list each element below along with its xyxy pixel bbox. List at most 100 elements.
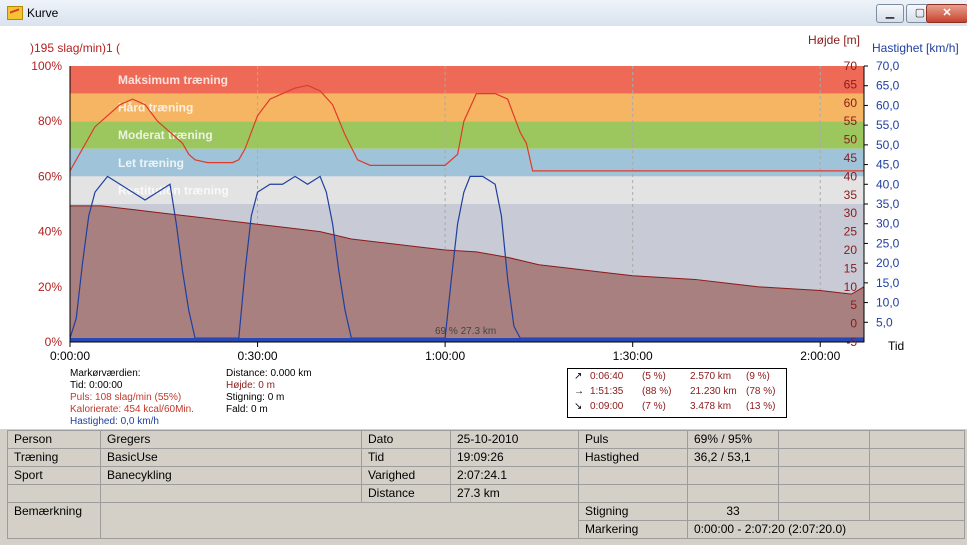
- date-value: 25-10-2010: [450, 430, 579, 449]
- x-axis-title: Tid: [888, 339, 904, 353]
- stats-dpct: (78 %): [746, 386, 776, 397]
- speed-tick-label: 5,0: [876, 315, 893, 329]
- sport-label: Sport: [7, 466, 101, 485]
- height-axis-title: Højde [m]: [808, 33, 860, 47]
- zone-label: Hård træning: [118, 101, 193, 115]
- height-tick-label: 40: [844, 169, 858, 183]
- speed-tick-label: 25,0: [876, 236, 900, 250]
- height-tick-label: 5: [850, 298, 857, 312]
- x-tick-label: 2:00:00: [800, 349, 840, 363]
- marking-value: 0:00:00 - 2:07:20 (2:07:20.0): [687, 520, 965, 539]
- marker-descent: Fald: 0 m: [226, 404, 268, 415]
- marker-info-right: Distance: 0.000 km Højde: 0 m Stigning: …: [226, 368, 312, 416]
- speed-tick-label: 40,0: [876, 177, 900, 191]
- empty-cell: [778, 484, 870, 503]
- empty-cell: [869, 502, 965, 521]
- speed-tick-label: 50,0: [876, 138, 900, 152]
- empty-cell: [687, 466, 779, 485]
- empty-cell: [869, 430, 965, 449]
- stats-pct: (7 %): [642, 401, 666, 412]
- speed-tick-label: 10,0: [876, 296, 900, 310]
- height-tick-label: 35: [844, 188, 858, 202]
- arrow-right-icon: →: [574, 386, 584, 397]
- duration-value: 2:07:24.1: [450, 466, 579, 485]
- speed-tick-label: 15,0: [876, 276, 900, 290]
- height-tick-label: 0: [850, 317, 857, 331]
- empty-cell: [578, 484, 688, 503]
- height-tick-label: 60: [844, 96, 858, 110]
- marker-pulse: Puls: 108 slag/min (55%): [70, 392, 182, 403]
- marker-time: Tid: 0:00:00: [70, 380, 123, 391]
- speed-tick-label: 55,0: [876, 118, 900, 132]
- height-tick-label: 15: [844, 261, 858, 275]
- height-tick-label: 55: [844, 114, 858, 128]
- height-tick-label: 10: [844, 280, 858, 294]
- chart-annotation: 69 % 27.3 km: [435, 326, 496, 337]
- height-tick-label: 25: [844, 225, 858, 239]
- x-tick-label: 0:00:00: [50, 349, 90, 363]
- title-bar: Kurve ▁ ▢ ✕: [0, 0, 967, 27]
- stats-pct: (88 %): [642, 386, 672, 397]
- stats-pct: (5 %): [642, 371, 666, 382]
- speed-tick-label: 60,0: [876, 98, 900, 112]
- stats-time: 0:09:00: [590, 401, 624, 412]
- marker-distance: Distance: 0.000 km: [226, 368, 312, 379]
- duration-label: Varighed: [361, 466, 451, 485]
- note-field[interactable]: [100, 502, 579, 539]
- distance-value: 27.3 km: [450, 484, 579, 503]
- speed-tick-label: 65,0: [876, 79, 900, 93]
- height-tick-label: 70: [844, 59, 858, 73]
- speed-label: Hastighed: [578, 448, 688, 467]
- speed-tick-label: 35,0: [876, 197, 900, 211]
- stats-row-flat: → 1:51:35 (88 %) 21.230 km (78 %): [568, 384, 786, 399]
- stats-dist: 2.570 km: [690, 371, 732, 382]
- distance-bar: [70, 338, 864, 342]
- left-axis-title: )195 slag/min)1 (: [30, 41, 120, 55]
- pulse-label: Puls: [578, 430, 688, 449]
- stats-dist: 3.478 km: [690, 401, 732, 412]
- empty-cell: [778, 430, 870, 449]
- stats-dist: 21.230 km: [690, 386, 737, 397]
- speed-value: 36,2 / 53,1: [687, 448, 779, 467]
- training-value: BasicUse: [100, 448, 362, 467]
- height-tick-label: 30: [844, 206, 858, 220]
- empty-cell: [7, 484, 101, 503]
- time-label: Tid: [361, 448, 451, 467]
- left-tick-label: 40%: [38, 225, 62, 239]
- stats-row-up: ↗ 0:06:40 (5 %) 2.570 km (9 %): [568, 369, 786, 384]
- x-tick-label: 1:00:00: [425, 349, 465, 363]
- stats-dpct: (13 %): [746, 401, 776, 412]
- sport-value: Banecykling: [100, 466, 362, 485]
- empty-cell: [869, 466, 965, 485]
- left-tick-label: 60%: [38, 169, 62, 183]
- height-tick-label: -5: [846, 335, 857, 349]
- empty-cell: [778, 448, 870, 467]
- empty-cell: [778, 502, 870, 521]
- empty-cell: [578, 466, 688, 485]
- marking-label: Markering: [578, 520, 688, 539]
- zone-label: Moderat træning: [118, 128, 213, 142]
- person-value: Gregers: [100, 430, 362, 449]
- marker-speed: Hastighed: 0,0 km/h: [70, 416, 159, 427]
- empty-cell: [869, 448, 965, 467]
- speed-axis-title: Hastighet [km/h]: [872, 41, 959, 55]
- marker-info-left: Markørværdien: Tid: 0:00:00 Puls: 108 sl…: [70, 368, 194, 428]
- x-tick-label: 0:30:00: [238, 349, 278, 363]
- time-value: 19:09:26: [450, 448, 579, 467]
- person-label: Person: [7, 430, 101, 449]
- speed-tick-label: 70,0: [876, 59, 900, 73]
- height-tick-label: 20: [844, 243, 858, 257]
- stats-time: 1:51:35: [590, 386, 624, 397]
- stats-time: 0:06:40: [590, 371, 624, 382]
- marker-climb: Stigning: 0 m: [226, 392, 285, 403]
- chart-area[interactable]: Maksimum træning Hård træning Moderat træn…: [0, 26, 967, 429]
- pulse-value: 69% / 95%: [687, 430, 779, 449]
- minimize-button[interactable]: ▁: [876, 4, 904, 23]
- height-tick-label: 50: [844, 133, 858, 147]
- speed-tick-label: 30,0: [876, 217, 900, 231]
- close-button[interactable]: ✕: [926, 4, 967, 23]
- info-table: Person Gregers Dato 25-10-2010 Puls 69% …: [0, 430, 967, 545]
- zone-label: Let træning: [118, 156, 184, 170]
- date-label: Dato: [361, 430, 451, 449]
- marker-calories: Kalorierate: 454 kcal/60Min.: [70, 404, 194, 415]
